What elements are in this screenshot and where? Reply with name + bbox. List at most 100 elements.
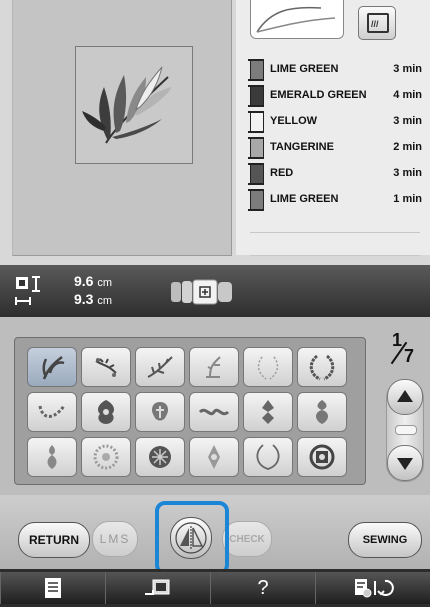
- pattern-cell-18[interactable]: [297, 437, 347, 477]
- pattern-thumb: [316, 400, 328, 424]
- floral-pattern-preview: [82, 66, 172, 144]
- color-time: 3 min: [393, 115, 422, 127]
- width-unit: cm: [97, 295, 113, 307]
- presser-foot-button[interactable]: [105, 572, 211, 604]
- pattern-cell-3[interactable]: [135, 347, 185, 387]
- page-total: 7: [404, 346, 415, 366]
- page-button[interactable]: [0, 572, 106, 604]
- size-arrows-icon: [15, 276, 40, 305]
- thread-spool-icon: [248, 59, 264, 81]
- color-row: RED 3 min: [248, 163, 426, 185]
- pattern-cell-15[interactable]: [135, 437, 185, 477]
- thread-spool-icon: [248, 163, 264, 185]
- pattern-cell-6[interactable]: [297, 347, 347, 387]
- return-button[interactable]: RETURN: [18, 522, 90, 558]
- pattern-cell-13[interactable]: [27, 437, 77, 477]
- pattern-cell-9[interactable]: [135, 392, 185, 432]
- color-row: EMERALD GREEN 4 min: [248, 85, 426, 107]
- height-unit: cm: [97, 277, 113, 289]
- pattern-selection-area: [0, 317, 430, 495]
- size-info-bar: 9.6 cm 9.3 cm: [0, 265, 430, 317]
- page-scroll-track: [386, 379, 424, 482]
- pattern-cell-7[interactable]: [27, 392, 77, 432]
- pattern-cell-5[interactable]: [243, 347, 293, 387]
- mirror-image-button[interactable]: [170, 517, 212, 559]
- pattern-cell-4[interactable]: [189, 347, 239, 387]
- color-row: LIME GREEN 1 min: [248, 189, 426, 211]
- page-icon: [45, 578, 61, 598]
- pattern-cell-10[interactable]: [189, 392, 239, 432]
- lms-button[interactable]: LMS: [92, 521, 138, 557]
- pattern-thumb: [42, 356, 65, 380]
- color-name: TANGERINE: [270, 141, 334, 153]
- color-time: 2 min: [393, 141, 422, 153]
- thread-spool-icon: [248, 85, 264, 107]
- pattern-thumb: [206, 356, 221, 378]
- thread-spool-icon: [248, 137, 264, 159]
- color-time: 3 min: [393, 167, 422, 179]
- color-name: EMERALD GREEN: [270, 89, 367, 101]
- pattern-grid: [14, 337, 366, 485]
- thumbnail-image: [256, 6, 336, 33]
- pattern-preview-pane: [12, 0, 232, 256]
- pattern-thumb: [198, 408, 230, 416]
- view-button[interactable]: ///: [358, 6, 396, 40]
- sewing-button[interactable]: SEWING: [348, 522, 422, 558]
- help-icon: ?: [257, 576, 269, 599]
- view-icon-lines: ///: [371, 19, 379, 29]
- down-arrow-icon: [397, 458, 413, 470]
- pattern-cell-11[interactable]: [243, 392, 293, 432]
- pattern-thumb: [95, 358, 117, 377]
- thread-color-list: /// LIME GREEN 3 min EMERALD GREEN 4 min…: [236, 0, 430, 255]
- pattern-thumb: [98, 400, 114, 424]
- color-name: LIME GREEN: [270, 63, 339, 75]
- settings-icon: [354, 579, 394, 598]
- color-name: LIME GREEN: [270, 193, 339, 205]
- pattern-thumb: [47, 445, 57, 469]
- color-row: LIME GREEN 3 min: [248, 59, 426, 81]
- pattern-thumb: [262, 400, 274, 424]
- pattern-thumb: [257, 356, 279, 380]
- color-time: 4 min: [393, 89, 422, 101]
- pattern-thumbnail: [250, 0, 344, 39]
- up-arrow-icon: [397, 390, 413, 402]
- pattern-thumb: [256, 444, 280, 470]
- page-down-button[interactable]: [387, 445, 423, 481]
- thread-spool-icon: [248, 189, 264, 211]
- mirror-image-icon: [175, 522, 207, 554]
- page-up-button[interactable]: [387, 379, 423, 415]
- pattern-thumb: [38, 405, 66, 418]
- divider: [250, 255, 420, 256]
- pattern-cell-12[interactable]: [297, 392, 347, 432]
- color-name: YELLOW: [270, 115, 318, 127]
- pattern-thumb: [152, 402, 168, 421]
- pattern-cell-8[interactable]: [81, 392, 131, 432]
- width-value: 9.3: [74, 291, 94, 307]
- pattern-cell-16[interactable]: [189, 437, 239, 477]
- pattern-cell-2[interactable]: [81, 347, 131, 387]
- pattern-height: 9.6 cm: [74, 273, 112, 289]
- pattern-thumb: [149, 446, 171, 468]
- pattern-cell-17[interactable]: [243, 437, 293, 477]
- check-button[interactable]: CHECK: [222, 521, 272, 557]
- pattern-cell-14[interactable]: [81, 437, 131, 477]
- color-row: YELLOW 3 min: [248, 111, 426, 133]
- page-indicator: 1 7: [378, 330, 422, 378]
- color-name: RED: [270, 167, 294, 179]
- color-time: 3 min: [393, 63, 422, 75]
- pattern-thumb: [309, 354, 335, 381]
- scroll-thumb[interactable]: [395, 425, 417, 435]
- pattern-cell-1[interactable]: [27, 347, 77, 387]
- settings-button[interactable]: [315, 572, 430, 604]
- pattern-width: 9.3 cm: [74, 291, 112, 307]
- thread-spool-icon: [248, 111, 264, 133]
- pattern-thumb: [208, 445, 220, 469]
- divider: [250, 232, 420, 233]
- height-value: 9.6: [74, 273, 94, 289]
- pattern-thumb: [147, 356, 173, 378]
- color-row: TANGERINE 2 min: [248, 137, 426, 159]
- help-button[interactable]: ?: [210, 572, 316, 604]
- pattern-preview-frame: [75, 46, 193, 164]
- bottom-toolbar: ?: [0, 569, 430, 607]
- color-time: 1 min: [393, 193, 422, 205]
